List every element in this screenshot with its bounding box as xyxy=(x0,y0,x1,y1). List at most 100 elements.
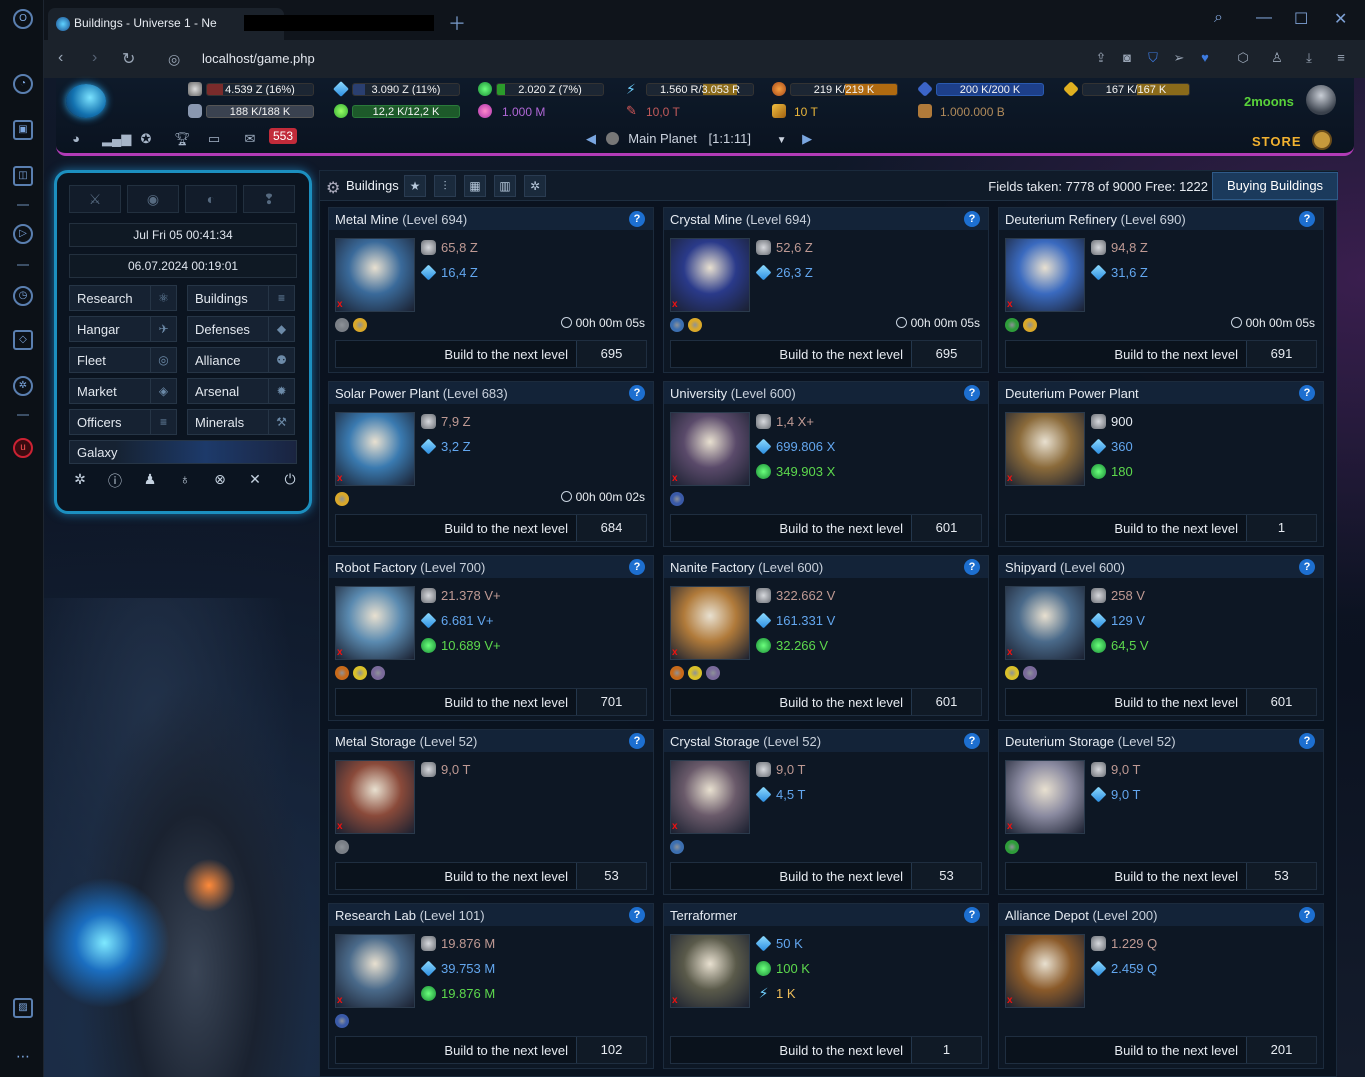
cancel-x-icon[interactable]: x xyxy=(337,473,343,484)
menu-arsenal[interactable]: Arsenal ✹ xyxy=(187,378,295,404)
building-image[interactable]: x xyxy=(335,934,415,1008)
requirement-icon[interactable] xyxy=(706,666,720,680)
requirement-icon[interactable] xyxy=(335,1014,349,1028)
view-grid-icon[interactable]: ▦ xyxy=(464,175,486,197)
help-question-icon[interactable]: ? xyxy=(1299,559,1315,575)
help-question-icon[interactable]: ? xyxy=(629,211,645,227)
building-image[interactable]: x xyxy=(670,760,750,834)
cancel-x-icon[interactable]: x xyxy=(1007,821,1013,832)
minimize-icon[interactable]: — xyxy=(1256,9,1272,27)
prev-planet-icon[interactable]: ◀ xyxy=(586,131,596,146)
building-image[interactable]: x xyxy=(335,238,415,312)
profile-icon[interactable]: ♙ xyxy=(1270,51,1284,65)
requirement-icon[interactable] xyxy=(353,318,367,332)
build-next-level-button[interactable]: Build to the next level 53 xyxy=(1005,862,1317,890)
cancel-x-icon[interactable]: x xyxy=(1007,647,1013,658)
search-icon[interactable]: ⌕ xyxy=(1214,9,1223,27)
filter-sliders-icon[interactable]: ⫶ xyxy=(434,175,456,197)
logout-icon[interactable]: ⏻ xyxy=(281,471,299,489)
more-dots-icon[interactable]: ⋯ xyxy=(16,1048,30,1065)
menu-icon[interactable]: ≡ xyxy=(1334,51,1348,65)
messages-badge[interactable]: 553 xyxy=(269,128,298,144)
build-next-level-button[interactable]: Build to the next level 102 xyxy=(335,1036,647,1064)
cancel-x-icon[interactable]: x xyxy=(672,821,678,832)
building-name[interactable]: Robot Factory xyxy=(335,560,417,575)
info-icon[interactable]: ⓘ xyxy=(106,471,124,489)
ai-chip-icon[interactable]: ◫ xyxy=(13,166,33,186)
help-question-icon[interactable]: ? xyxy=(1299,907,1315,923)
building-image[interactable]: x xyxy=(1005,238,1085,312)
menu-officers[interactable]: Officers ≡ xyxy=(69,409,177,435)
speed-dial-icon[interactable]: ◔ xyxy=(13,74,33,94)
menu-galaxy[interactable]: Galaxy xyxy=(69,440,297,464)
requirement-icon[interactable] xyxy=(670,318,684,332)
planet-dropdown-icon[interactable]: ▼ xyxy=(777,135,787,146)
help-question-icon[interactable]: ? xyxy=(1299,211,1315,227)
requirement-icon[interactable] xyxy=(1005,318,1019,332)
help-question-icon[interactable]: ? xyxy=(964,559,980,575)
menu-buildings[interactable]: Buildings ≡ xyxy=(187,285,295,311)
requirement-icon[interactable] xyxy=(353,666,367,680)
menu-hangar[interactable]: Hangar ✈ xyxy=(69,316,177,342)
building-name[interactable]: Terraformer xyxy=(670,908,737,923)
requirement-icon[interactable] xyxy=(335,492,349,506)
view-settings-icon[interactable]: ✲ xyxy=(524,175,546,197)
gallery-icon[interactable]: ▨ xyxy=(13,998,33,1018)
requirement-icon[interactable] xyxy=(688,666,702,680)
help-question-icon[interactable]: ? xyxy=(629,733,645,749)
menu-research[interactable]: Research ⚛ xyxy=(69,285,177,311)
player-name[interactable]: 2moons xyxy=(1244,94,1294,109)
build-next-level-button[interactable]: Build to the next level 53 xyxy=(670,862,982,890)
cancel-x-icon[interactable]: x xyxy=(337,821,343,832)
help-question-icon[interactable]: ? xyxy=(964,733,980,749)
forward-icon[interactable]: › xyxy=(92,49,97,67)
cancel-x-icon[interactable]: x xyxy=(1007,299,1013,310)
tools-icon[interactable]: ✕ xyxy=(246,471,264,489)
cancel-x-icon[interactable]: x xyxy=(337,995,343,1006)
requirement-icon[interactable] xyxy=(335,840,349,854)
build-next-level-button[interactable]: Build to the next level 1 xyxy=(670,1036,982,1064)
build-next-level-button[interactable]: Build to the next level 201 xyxy=(1005,1036,1317,1064)
cancel-x-icon[interactable]: x xyxy=(672,299,678,310)
player-icon[interactable]: ▷ xyxy=(13,224,33,244)
settings-icon[interactable]: ✲ xyxy=(71,471,89,489)
requirement-icon[interactable] xyxy=(1005,840,1019,854)
messages-icon[interactable]: ✉ xyxy=(242,132,258,146)
share-icon[interactable]: ⇪ xyxy=(1094,51,1108,65)
cancel-x-icon[interactable]: x xyxy=(337,647,343,658)
help-question-icon[interactable]: ? xyxy=(964,211,980,227)
new-tab-icon[interactable]: ＋ xyxy=(448,10,466,36)
alert-icon[interactable]: ❢ xyxy=(243,185,295,213)
menu-defenses[interactable]: Defenses ◆ xyxy=(187,316,295,342)
trophy-icon[interactable]: 🏆︎ xyxy=(174,132,191,146)
menu-fleet[interactable]: Fleet ◎ xyxy=(69,347,177,373)
building-image[interactable]: x xyxy=(1005,760,1085,834)
help-question-icon[interactable]: ? xyxy=(629,385,645,401)
medal-icon[interactable]: ♁ xyxy=(176,471,194,489)
attack-icon[interactable]: ⚔ xyxy=(69,185,121,213)
ublock-icon[interactable]: u xyxy=(13,438,33,458)
building-name[interactable]: University xyxy=(670,386,727,401)
building-name[interactable]: Shipyard xyxy=(1005,560,1056,575)
help-question-icon[interactable]: ? xyxy=(1299,733,1315,749)
briefcase-icon[interactable]: ▣ xyxy=(13,120,33,140)
building-image[interactable]: x xyxy=(670,934,750,1008)
store-link[interactable]: STORE xyxy=(1252,134,1302,149)
building-name[interactable]: Solar Power Plant xyxy=(335,386,439,401)
build-next-level-button[interactable]: Build to the next level 601 xyxy=(670,688,982,716)
history-clock-icon[interactable]: ◷ xyxy=(13,286,33,306)
game-logo-icon[interactable] xyxy=(66,84,106,118)
opera-logo-icon[interactable]: O xyxy=(13,9,33,29)
building-image[interactable]: x xyxy=(1005,934,1085,1008)
close-window-icon[interactable]: ✕ xyxy=(1334,9,1347,29)
heart-icon[interactable]: ♥ xyxy=(1198,51,1212,65)
buddies-icon[interactable]: ♟ xyxy=(141,471,159,489)
building-name[interactable]: Deuterium Storage xyxy=(1005,734,1114,749)
help-question-icon[interactable]: ? xyxy=(629,559,645,575)
chat-icon[interactable]: ▭ xyxy=(206,132,222,146)
requirement-icon[interactable] xyxy=(1005,666,1019,680)
building-image[interactable]: x xyxy=(1005,586,1085,660)
build-next-level-button[interactable]: Build to the next level 1 xyxy=(1005,514,1317,542)
url-field[interactable]: localhost/game.php xyxy=(202,51,315,66)
building-image[interactable]: x xyxy=(670,586,750,660)
